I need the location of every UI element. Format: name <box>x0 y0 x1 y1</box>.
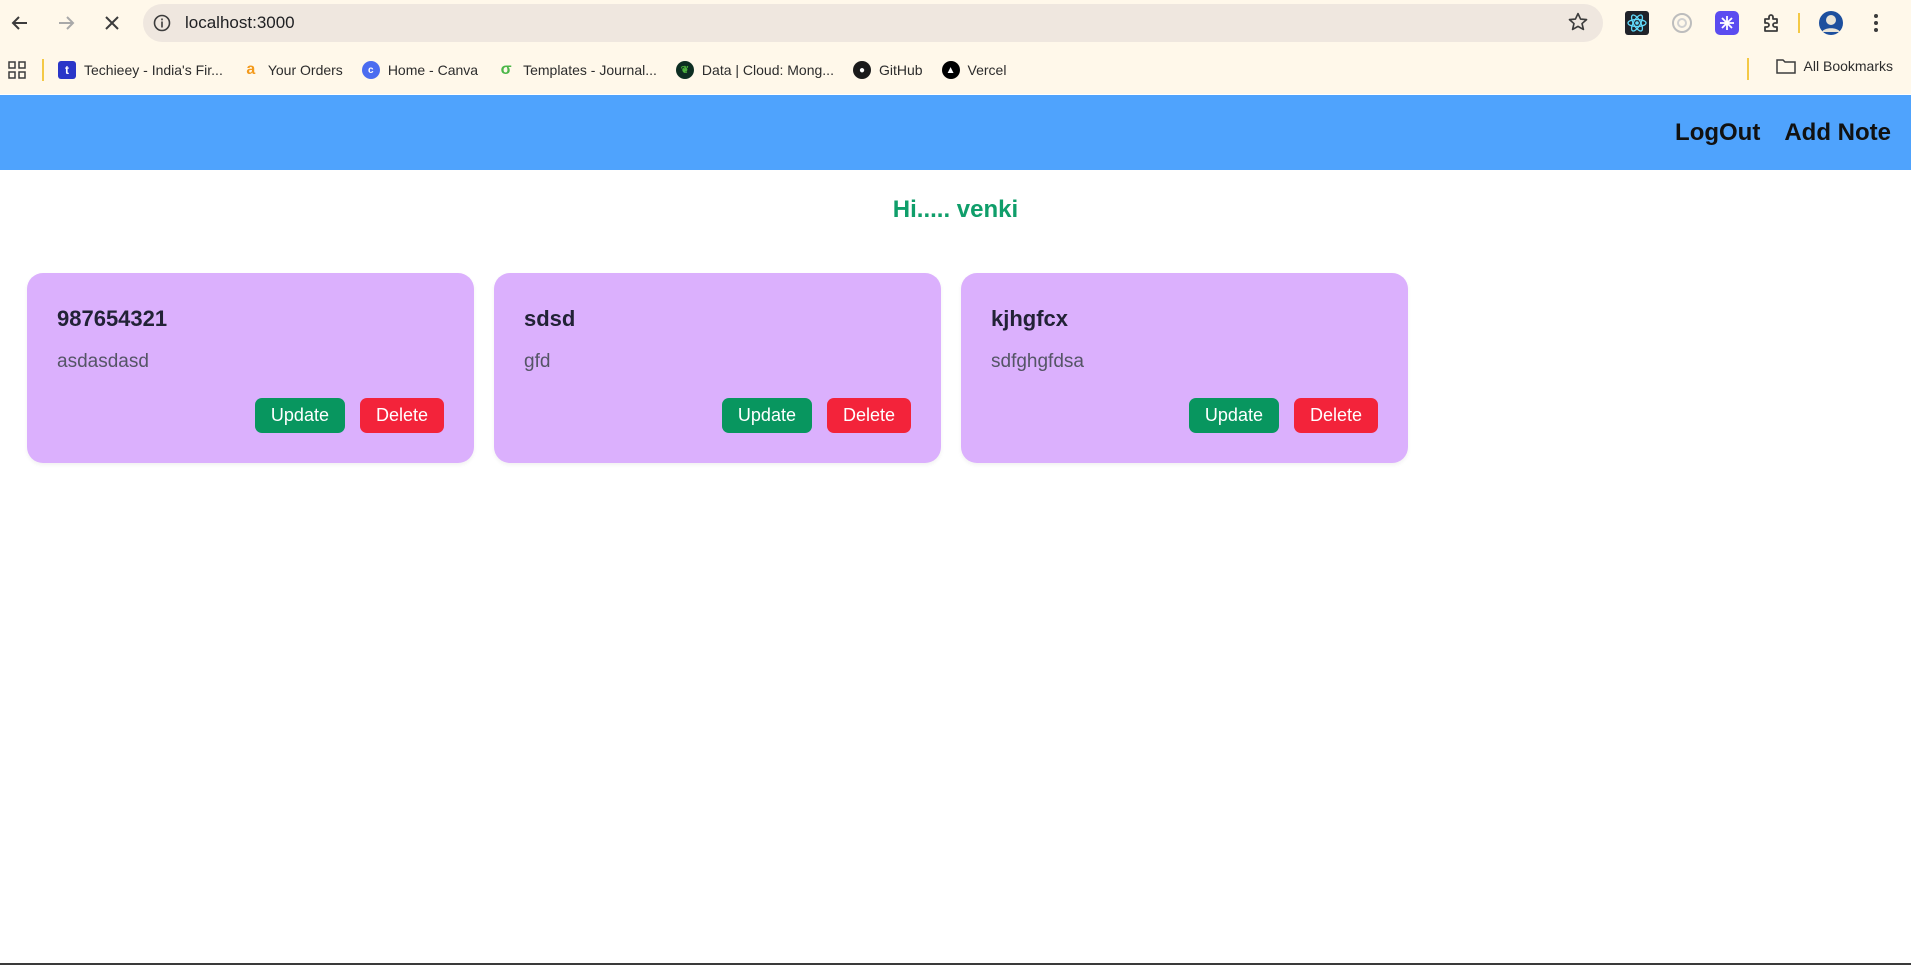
address-bar[interactable]: localhost:3000 <box>143 4 1603 42</box>
note-title: sdsd <box>524 306 576 331</box>
site-info-icon[interactable] <box>151 12 173 34</box>
delete-button[interactable]: Delete <box>1293 398 1378 433</box>
bookmark-item[interactable]: a Your Orders <box>242 61 343 79</box>
bookmark-item[interactable]: σ Templates - Journal... <box>497 61 657 79</box>
bookmark-label: Techieey - India's Fir... <box>84 62 223 78</box>
bookmark-item[interactable]: ▲ Vercel <box>941 61 1007 79</box>
note-actions: Update Delete <box>1188 398 1378 433</box>
bookmark-item[interactable]: ● GitHub <box>852 61 923 79</box>
bookmark-label: Your Orders <box>267 62 343 78</box>
bookmark-star-icon[interactable] <box>1567 11 1589 38</box>
update-button[interactable]: Update <box>721 398 812 433</box>
bookmark-item[interactable]: t Techieey - India's Fir... <box>58 61 223 79</box>
note-body: sdfghgfdsa <box>991 351 1084 372</box>
note-body: asdasdasd <box>57 351 149 372</box>
extension-purple-icon[interactable] <box>1710 6 1744 40</box>
notes-list: 987654321 asdasdasd Update Delete sdsd gfd Upd… <box>27 273 1428 463</box>
bookmarks-divider <box>1747 58 1749 80</box>
profile-avatar-icon[interactable] <box>1814 6 1848 40</box>
bookmarks-divider <box>42 59 44 81</box>
bookmark-list: t Techieey - India's Fir... a Your Orders c H… <box>58 61 1025 79</box>
delete-button[interactable]: Delete <box>826 398 911 433</box>
all-bookmarks-button[interactable]: All Bookmarks <box>1775 58 1893 74</box>
apps-grid-icon[interactable] <box>8 61 26 79</box>
url-text[interactable]: localhost:3000 <box>185 13 295 33</box>
vercel-icon: ▲ <box>941 61 960 79</box>
canva-icon: c <box>361 61 380 79</box>
toolbar-divider <box>1798 13 1800 33</box>
update-button[interactable]: Update <box>1188 398 1279 433</box>
delete-button[interactable]: Delete <box>359 398 444 433</box>
note-actions: Update Delete <box>721 398 911 433</box>
browser-toolbar: localhost:3000 <box>0 0 1911 46</box>
forward-arrow-icon[interactable] <box>50 7 82 39</box>
techieey-icon: t <box>58 61 76 79</box>
folder-icon <box>1775 58 1796 74</box>
bookmark-item[interactable]: c Home - Canva <box>361 61 479 79</box>
bookmark-label: Home - Canva <box>387 62 479 78</box>
note-title: kjhgfcx <box>991 306 1069 331</box>
journal-icon: σ <box>500 61 512 78</box>
note-card: kjhgfcx sdfghgfdsa Update Delete <box>961 273 1408 463</box>
bookmarks-bar: t Techieey - India's Fir... a Your Orders c H… <box>0 46 1911 94</box>
note-title: 987654321 <box>57 306 168 331</box>
update-button[interactable]: Update <box>254 398 345 433</box>
extensions-puzzle-icon[interactable] <box>1755 6 1789 40</box>
stop-loading-icon[interactable] <box>96 7 128 39</box>
back-arrow-icon[interactable] <box>4 7 36 39</box>
logout-link[interactable]: LogOut <box>1675 119 1760 147</box>
bookmark-label: Data | Cloud: Mong... <box>701 62 834 78</box>
chrome-menu-icon[interactable] <box>1859 6 1893 40</box>
add-note-link[interactable]: Add Note <box>1784 119 1891 147</box>
react-devtools-icon[interactable] <box>1620 6 1654 40</box>
extension-spinner-icon[interactable] <box>1665 6 1699 40</box>
bookmark-label: Vercel <box>967 62 1007 78</box>
note-body: gfd <box>524 351 551 372</box>
mongodb-icon: ❦ <box>675 61 694 79</box>
bookmark-label: GitHub <box>878 62 923 78</box>
all-bookmarks-label: All Bookmarks <box>1803 58 1893 74</box>
note-actions: Update Delete <box>254 398 444 433</box>
bookmark-label: Templates - Journal... <box>523 62 657 78</box>
extensions-area <box>1620 6 1904 40</box>
github-icon: ● <box>852 61 871 79</box>
greeting-heading: Hi..... venki <box>892 196 1019 223</box>
amazon-icon: a <box>246 61 256 78</box>
app-header: LogOut Add Note <box>0 95 1911 170</box>
bookmark-item[interactable]: ❦ Data | Cloud: Mong... <box>675 61 834 79</box>
note-card: sdsd gfd Update Delete <box>494 273 941 463</box>
note-card: 987654321 asdasdasd Update Delete <box>27 273 474 463</box>
